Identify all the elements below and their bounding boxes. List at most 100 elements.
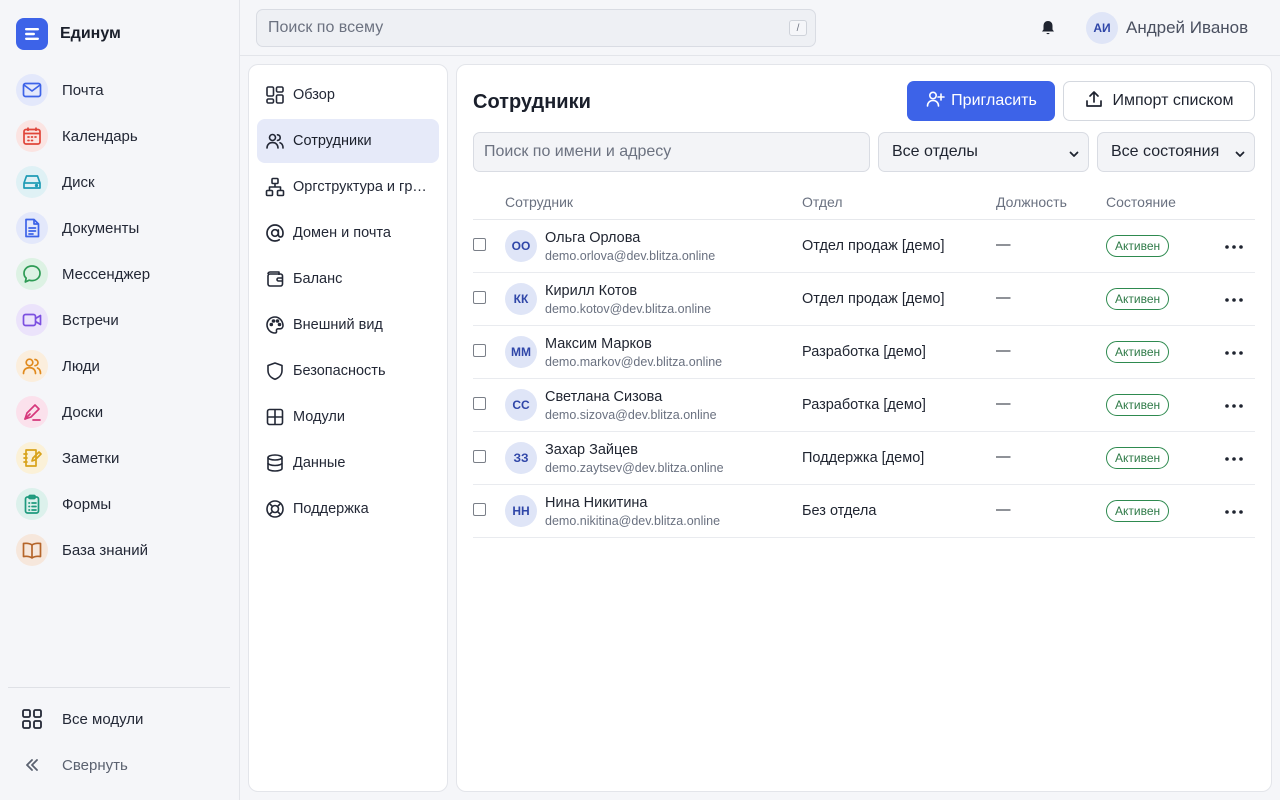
brand[interactable]: Единум bbox=[16, 18, 121, 50]
document-icon bbox=[16, 212, 48, 244]
topbar: / АИ Андрей Иванов bbox=[240, 0, 1280, 56]
department-select[interactable]: Все отделы bbox=[878, 132, 1089, 172]
shield-icon bbox=[265, 361, 285, 381]
table-row[interactable]: КК Кирилл Котов demo.kotov@dev.blitza.onli… bbox=[473, 273, 1255, 326]
settings-nav-item-database[interactable]: Данные bbox=[257, 441, 439, 485]
settings-nav-item-shield[interactable]: Безопасность bbox=[257, 349, 439, 393]
employee-position: — bbox=[996, 290, 1011, 306]
import-label: Импорт списком bbox=[1112, 92, 1234, 109]
employee-position: — bbox=[996, 237, 1011, 253]
settings-nav-item-lifebuoy[interactable]: Поддержка bbox=[257, 487, 439, 531]
calendar-icon bbox=[16, 120, 48, 152]
employees-table: Сотрудник Отдел Должность Состояние ОО Ол… bbox=[473, 185, 1255, 538]
app-nav-item-meetings[interactable]: Встречи bbox=[8, 297, 232, 343]
app-nav-item-docs[interactable]: Документы bbox=[8, 205, 232, 251]
app-nav-item-notes[interactable]: Заметки bbox=[8, 435, 232, 481]
chevron-down-icon bbox=[1234, 147, 1246, 165]
column-department[interactable]: Отдел bbox=[802, 194, 843, 210]
bell-icon[interactable] bbox=[1038, 18, 1058, 38]
employee-email: demo.nikitina@dev.blitza.online bbox=[545, 514, 721, 528]
more-icon[interactable] bbox=[1223, 236, 1245, 258]
all-modules-button[interactable]: Все модули bbox=[8, 696, 230, 742]
invite-button[interactable]: Пригласить bbox=[907, 81, 1055, 121]
column-employee[interactable]: Сотрудник bbox=[505, 194, 573, 210]
org-structure-icon bbox=[265, 177, 285, 197]
settings-nav-label: Поддержка bbox=[293, 501, 369, 517]
table-row[interactable]: ММ Максим Марков demo.markov@dev.blitza.on… bbox=[473, 326, 1255, 379]
chat-icon bbox=[16, 258, 48, 290]
global-search-input[interactable] bbox=[268, 19, 768, 37]
row-checkbox[interactable] bbox=[473, 344, 486, 357]
chevrons-left-icon bbox=[16, 749, 48, 781]
settings-nav-item-overview[interactable]: Обзор bbox=[257, 73, 439, 117]
row-checkbox[interactable] bbox=[473, 450, 486, 463]
row-checkbox[interactable] bbox=[473, 503, 486, 516]
table-header: Сотрудник Отдел Должность Состояние bbox=[473, 185, 1255, 220]
app-nav-label: Мессенджер bbox=[62, 265, 151, 283]
global-search[interactable]: / bbox=[256, 9, 816, 47]
settings-nav-item-palette[interactable]: Внешний вид bbox=[257, 303, 439, 347]
clipboard-icon bbox=[16, 488, 48, 520]
state-select[interactable]: Все состояния bbox=[1097, 132, 1255, 172]
row-checkbox[interactable] bbox=[473, 291, 486, 304]
settings-nav-label: Безопасность bbox=[293, 363, 386, 379]
app-sidebar: Единум Почта Календарь Диск Документы Мессен… bbox=[0, 0, 240, 800]
avatar: КК bbox=[505, 283, 537, 315]
table-row[interactable]: СС Светлана Сизова demo.sizova@dev.blitza.… bbox=[473, 379, 1255, 432]
more-icon[interactable] bbox=[1223, 342, 1245, 364]
app-nav-item-mail[interactable]: Почта bbox=[8, 67, 232, 113]
more-icon[interactable] bbox=[1223, 289, 1245, 311]
settings-nav-item-org-structure[interactable]: Оргструктура и группы bbox=[257, 165, 439, 209]
app-nav-item-forms[interactable]: Формы bbox=[8, 481, 232, 527]
employee-name: Светлана Сизова bbox=[545, 389, 663, 405]
state-select-value: Все состояния bbox=[1111, 143, 1220, 160]
app-nav-label: Формы bbox=[62, 495, 112, 513]
table-row[interactable]: ОО Ольга Орлова demo.orlova@dev.blitza.onl… bbox=[473, 220, 1255, 273]
status-badge: Активен bbox=[1106, 394, 1170, 416]
employee-name: Ольга Орлова bbox=[545, 230, 641, 246]
column-state[interactable]: Состояние bbox=[1106, 194, 1176, 210]
app-nav-item-messenger[interactable]: Мессенджер bbox=[8, 251, 232, 297]
app-nav: Почта Календарь Диск Документы Мессенджер Вст… bbox=[8, 67, 232, 573]
settings-nav-item-wallet[interactable]: Баланс bbox=[257, 257, 439, 301]
employee-name: Кирилл Котов bbox=[545, 283, 638, 299]
app-nav-label: Доски bbox=[62, 403, 104, 421]
more-icon[interactable] bbox=[1223, 448, 1245, 470]
row-checkbox[interactable] bbox=[473, 397, 486, 410]
database-icon bbox=[265, 453, 285, 473]
employee-department: Без отдела bbox=[802, 503, 877, 519]
brand-name: Единум bbox=[60, 25, 121, 42]
status-badge: Активен bbox=[1106, 341, 1170, 363]
palette-icon bbox=[265, 315, 285, 335]
collapse-button[interactable]: Свернуть bbox=[8, 742, 230, 788]
settings-nav-label: Сотрудники bbox=[293, 133, 372, 149]
app-nav-item-boards[interactable]: Доски bbox=[8, 389, 232, 435]
settings-nav-item-modules[interactable]: Модули bbox=[257, 395, 439, 439]
app-nav-item-kb[interactable]: База знаний bbox=[8, 527, 232, 573]
app-nav-item-calendar[interactable]: Календарь bbox=[8, 113, 232, 159]
app-nav-label: Диск bbox=[62, 173, 95, 191]
employee-email: demo.orlova@dev.blitza.online bbox=[545, 249, 716, 263]
settings-nav-label: Данные bbox=[293, 455, 346, 471]
import-list-button[interactable]: Импорт списком bbox=[1063, 81, 1255, 121]
more-icon[interactable] bbox=[1223, 501, 1245, 523]
app-nav-label: Документы bbox=[62, 219, 140, 237]
user-menu[interactable]: АИ Андрей Иванов bbox=[1086, 12, 1248, 44]
column-position[interactable]: Должность bbox=[996, 194, 1067, 210]
page-title: Сотрудники bbox=[473, 91, 591, 113]
employee-name: Захар Зайцев bbox=[545, 442, 638, 458]
row-checkbox[interactable] bbox=[473, 238, 486, 251]
status-badge: Активен bbox=[1106, 447, 1170, 469]
settings-nav-item-at[interactable]: Домен и почта bbox=[257, 211, 439, 255]
employee-position: — bbox=[996, 449, 1011, 465]
settings-nav-label: Обзор bbox=[293, 87, 335, 103]
more-icon[interactable] bbox=[1223, 395, 1245, 417]
table-row[interactable]: ЗЗ Захар Зайцев demo.zaytsev@dev.blitza.on… bbox=[473, 432, 1255, 485]
settings-nav-item-users[interactable]: Сотрудники bbox=[257, 119, 439, 163]
table-row[interactable]: НН Нина Никитина demo.nikitina@dev.blitza.… bbox=[473, 485, 1255, 538]
app-nav-item-disk[interactable]: Диск bbox=[8, 159, 232, 205]
employee-search-input[interactable] bbox=[473, 132, 870, 172]
avatar: ЗЗ bbox=[505, 442, 537, 474]
app-nav-item-people[interactable]: Люди bbox=[8, 343, 232, 389]
app-nav-label: Календарь bbox=[62, 127, 138, 145]
